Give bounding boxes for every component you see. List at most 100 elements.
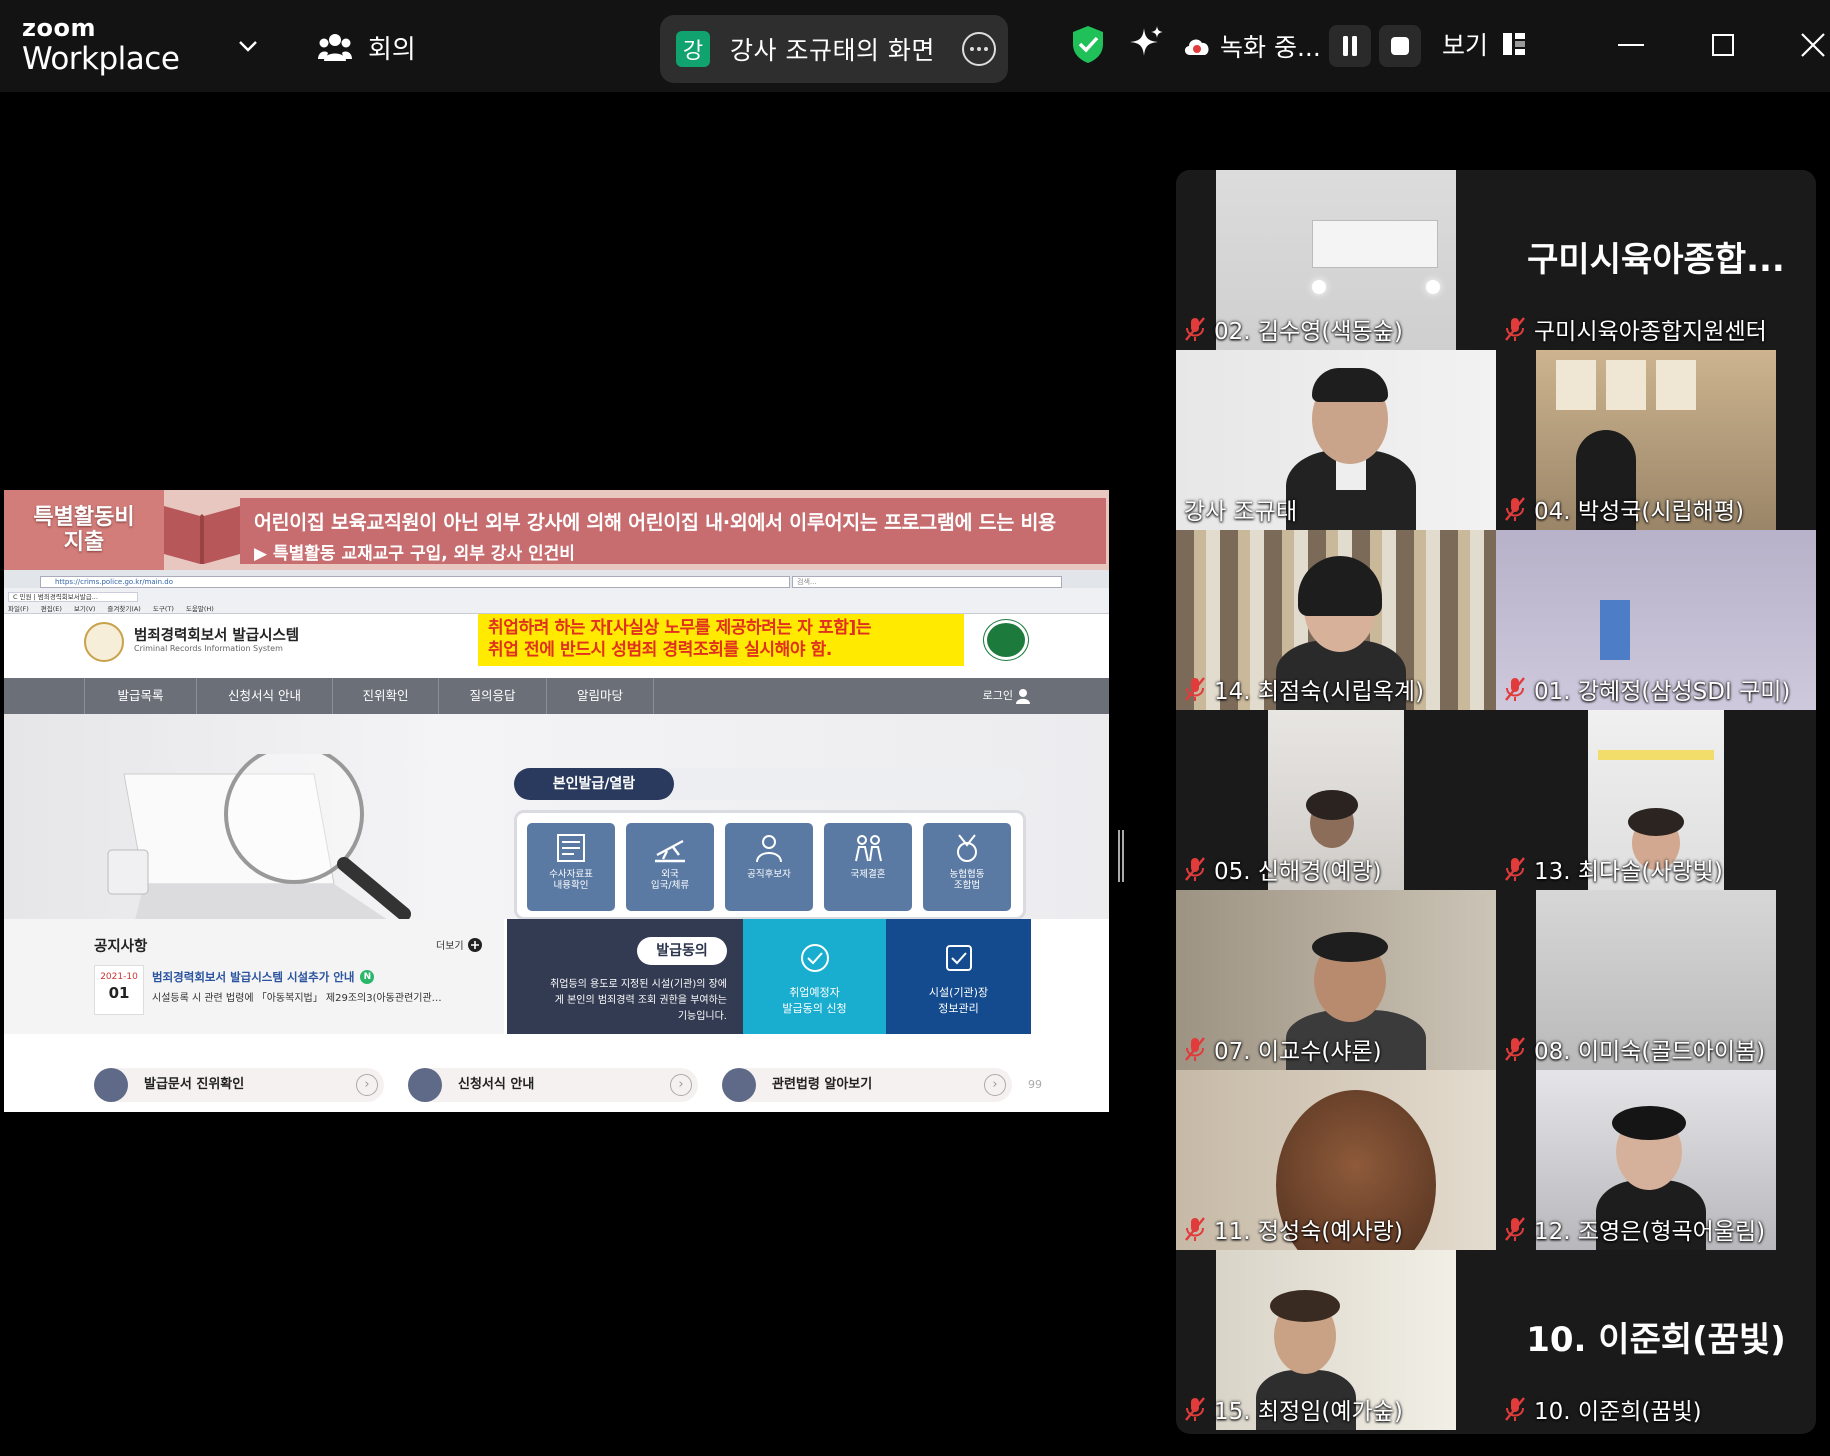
menu-file[interactable]: 파일(F) [8, 603, 29, 613]
participant-tile[interactable]: 01. 강혜정(삼성SDI 구미) [1496, 530, 1816, 710]
screen-share-indicator[interactable]: 강 강사 조규태의 화면 [660, 15, 1008, 83]
muted-mic-icon [1505, 1397, 1525, 1421]
slide-page-number: 99 [1028, 1078, 1042, 1091]
participant-name: 10. 이준희(꿈빛) [1504, 1394, 1702, 1425]
service-foreign-entry[interactable]: 외국 입국/체류 [626, 823, 714, 911]
service-investigation-record[interactable]: 수사자료표 내용확인 [527, 823, 615, 911]
menu-view[interactable]: 보기(V) [74, 603, 95, 613]
copy-icon [408, 1068, 442, 1102]
ai-companion-button[interactable] [1126, 24, 1166, 68]
nav-qna[interactable]: 질의응답 [438, 678, 546, 714]
consent-panel: 발급동의 취업등의 용도로 지정된 시설(기관)의 장에 게 본인의 범죄경력 … [507, 919, 743, 1034]
notice-item-desc: 시설등록 시 관련 법령에 「아동복지법」 제29조의3(아동관련기관… [152, 993, 442, 1004]
maximize-button[interactable] [1700, 22, 1746, 68]
notice-more-link[interactable]: 더보기 [436, 937, 482, 952]
warning-line-2: 취업 전에 반드시 성범죄 경력조회를 실시해야 함. [488, 640, 832, 660]
stop-recording-button[interactable] [1378, 25, 1421, 67]
tag-line-2: 지출 [63, 530, 105, 555]
close-button[interactable] [1790, 22, 1830, 68]
notice-item-link[interactable]: 범죄경력회보서 발급시스템 시설추가 안내 N [152, 969, 375, 985]
consent-label[interactable]: 발급동의 [637, 937, 727, 965]
consent-apply-button[interactable]: 취업예정자 발급동의 신청 [743, 919, 886, 1034]
gavel-icon [722, 1068, 756, 1102]
site-nav: 발급목록 신청서식 안내 진위확인 질의응답 알림마당 로그인 [4, 678, 1109, 714]
minimize-button[interactable] [1608, 22, 1654, 68]
service-international-marriage[interactable]: 국제결혼 [824, 823, 912, 911]
participant-tile[interactable]: 02. 김수영(색동숲) [1176, 170, 1496, 350]
quick-link-laws[interactable]: 관련법령 알아보기 › [722, 1068, 1012, 1102]
participant-name: 08. 이미숙(골드아이봄) [1504, 1034, 1765, 1065]
plus-circle-icon [467, 937, 482, 952]
service-candidate[interactable]: 공직후보자 [725, 823, 813, 911]
participant-tile[interactable]: 10. 이준희(꿈빛) 10. 이준희(꿈빛) [1496, 1250, 1816, 1430]
nav-notices[interactable]: 알림마당 [546, 678, 654, 714]
menu-edit[interactable]: 편집(E) [41, 603, 62, 613]
split-view-resize-handle[interactable] [1118, 830, 1124, 882]
participant-name: 12. 조영은(형곡어울림) [1504, 1214, 1765, 1245]
check-circle-icon [800, 944, 829, 972]
participant-name-placeholder: 10. 이준희(꿈빛) [1526, 1320, 1786, 1360]
nav-form-guide[interactable]: 신청서식 안내 [196, 678, 332, 714]
address-bar[interactable]: https://crims.police.go.kr/main.do [40, 576, 790, 588]
participant-tile[interactable]: 13. 최다솔(사랑빛) [1496, 710, 1816, 890]
site-warning-notice: 취업하려 하는 자[사실상 노무를 제공하려는 자 포함]는 취업 전에 반드시… [478, 614, 964, 666]
document-list-icon [557, 834, 585, 862]
login-link[interactable]: 로그인 [983, 678, 1013, 714]
nav-issue-list[interactable]: 발급목록 [84, 678, 196, 714]
slide-definition: 어린이집 보육교직원이 아닌 외부 강사에 의해 어린이집 내·외에서 이루어지… [254, 511, 1056, 534]
browser-tab[interactable]: C 민원 | 범죄경력회보서발급... [8, 592, 138, 602]
participant-tile[interactable]: 05. 신해경(예랑) [1176, 710, 1496, 890]
participant-tile-active-speaker[interactable]: 강사 조규태 [1176, 350, 1496, 530]
menu-tools[interactable]: 도구(T) [153, 603, 174, 613]
user-icon[interactable] [1015, 688, 1031, 704]
slide-examples: ▶ 특별활동 교재교구 구입, 외부 강사 인건비 [254, 544, 575, 564]
muted-mic-icon [1505, 1217, 1525, 1241]
muted-mic-icon [1185, 1217, 1205, 1241]
quick-link-verify[interactable]: 발급문서 진위확인 › [94, 1068, 384, 1102]
meeting-button[interactable]: 회의 [318, 26, 416, 68]
quick-link-forms[interactable]: 신청서식 안내 › [408, 1068, 698, 1102]
view-button[interactable]: 보기 [1442, 26, 1526, 62]
browser-search[interactable]: 검색... [792, 576, 1062, 588]
participant-tile[interactable]: 11. 정성숙(예사랑) [1176, 1070, 1496, 1250]
participant-tile[interactable]: 07. 이교수(샤론) [1176, 890, 1496, 1070]
participant-name: 13. 최다솔(사랑빛) [1504, 854, 1723, 885]
warning-line-1: 취업하려 하는 자[사실상 노무를 제공하려는 자 포함]는 [488, 618, 872, 638]
self-issue-label: 본인발급/열람 [514, 768, 674, 800]
participant-tile[interactable]: 15. 최정임(예가숲) [1176, 1250, 1496, 1430]
app-menu-button[interactable] [232, 30, 264, 62]
menu-help[interactable]: 도움말(H) [186, 603, 214, 613]
menu-favorites[interactable]: 즐겨찾기(A) [107, 603, 140, 613]
participant-tile[interactable]: 08. 이미숙(골드아이봄) [1496, 890, 1816, 1070]
site-title[interactable]: 범죄경력회보서 발급시스템 [134, 624, 299, 645]
chevron-right-icon: › [356, 1074, 378, 1096]
participant-name: 04. 박성국(시립해평) [1504, 494, 1744, 525]
more-icon [970, 47, 988, 51]
logo-workplace-text: Workplace [22, 41, 180, 77]
partner-badge-icon [984, 620, 1028, 660]
security-shield-button[interactable] [1070, 24, 1106, 68]
facility-info-button[interactable]: 시설(기관)장 정보관리 [886, 919, 1031, 1034]
muted-mic-icon [1185, 1397, 1205, 1421]
shared-screen[interactable]: 특별활동비 지출 어린이집 보육교직원이 아닌 외부 강사에 의해 어린이집 내… [4, 490, 1109, 1112]
participant-tile[interactable]: 04. 박성국(시립해평) [1496, 350, 1816, 530]
nav-verify[interactable]: 진위확인 [332, 678, 438, 714]
participants-icon [318, 34, 352, 61]
pause-recording-button[interactable] [1328, 25, 1371, 67]
participant-tile[interactable]: 12. 조영은(형곡어울림) [1496, 1070, 1816, 1250]
shield-check-icon [1073, 26, 1103, 63]
sparkle-icon [1130, 26, 1163, 56]
service-cooperative[interactable]: 농협협동 조합법 [923, 823, 1011, 911]
browser-menu: 파일(F) 편집(E) 보기(V) 즐겨찾기(A) 도구(T) 도움말(H) [8, 603, 214, 613]
view-label: 보기 [1442, 31, 1489, 60]
muted-mic-icon [1185, 1037, 1205, 1061]
share-options-button[interactable] [962, 32, 996, 66]
participant-tile[interactable]: 14. 최점숙(시립옥계) [1176, 530, 1496, 710]
muted-mic-icon [1185, 677, 1205, 701]
participant-tile[interactable]: 구미시육아종합... 구미시육아종합지원센터 [1496, 170, 1816, 350]
notice-date: 2021-10 01 [94, 965, 144, 1015]
meeting-label: 회의 [368, 34, 416, 65]
browser-chrome: https://crims.police.go.kr/main.do 검색...… [4, 570, 1109, 614]
check-square-icon [945, 945, 972, 971]
recording-label: 녹화 중... [1220, 33, 1321, 62]
